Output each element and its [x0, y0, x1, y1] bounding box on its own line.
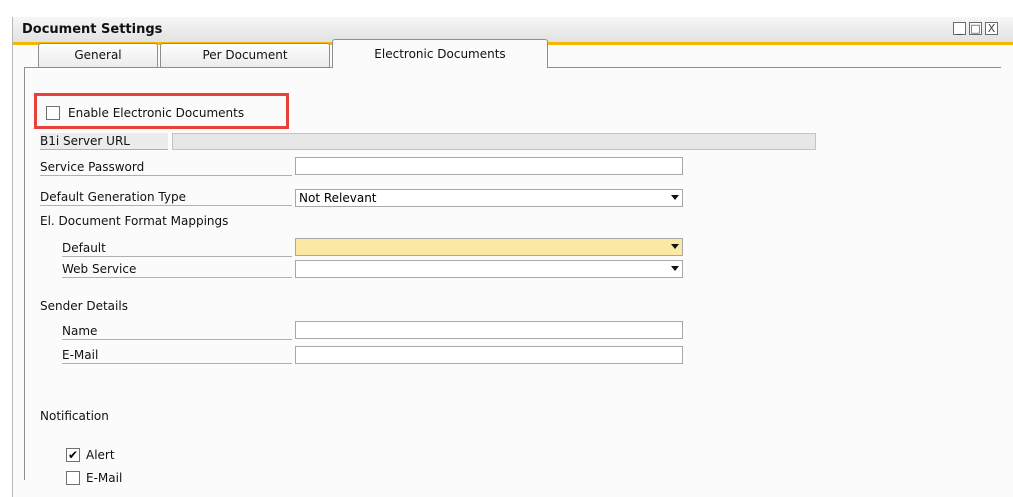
email-notification-label: E-Mail [86, 471, 123, 485]
restore-button[interactable]: □ [969, 22, 982, 35]
highlight-box [34, 93, 289, 129]
sender-email-field[interactable] [295, 346, 683, 364]
service-password-field[interactable] [295, 157, 683, 175]
tab-electronic-documents[interactable]: Electronic Documents [332, 39, 548, 68]
alert-label: Alert [86, 448, 115, 462]
minimize-button[interactable]: _ [953, 22, 966, 35]
window-title: Document Settings [22, 22, 163, 37]
format-mapping-web-service-dropdown[interactable] [295, 260, 683, 278]
notification-label: Notification [40, 409, 109, 423]
format-mapping-default-label: Default [62, 240, 292, 257]
dropdown-arrow-icon [671, 266, 679, 271]
b1i-server-url-field [172, 133, 816, 150]
format-mappings-label: El. Document Format Mappings [40, 214, 229, 228]
default-generation-type-label: Default Generation Type [40, 189, 292, 206]
b1i-server-url-label: B1i Server URL [40, 133, 168, 150]
sender-email-label: E-Mail [62, 347, 292, 364]
email-notification-checkbox[interactable] [66, 471, 80, 485]
default-generation-type-dropdown[interactable]: Not Relevant [295, 189, 683, 207]
dropdown-arrow-icon [671, 195, 679, 200]
dropdown-arrow-icon [671, 244, 679, 249]
sender-name-label: Name [62, 323, 292, 340]
close-button[interactable]: X [985, 22, 998, 35]
default-generation-type-value: Not Relevant [299, 191, 377, 205]
format-mapping-default-dropdown[interactable] [295, 238, 683, 256]
sender-name-field[interactable] [295, 321, 683, 339]
tab-general[interactable]: General [38, 43, 158, 67]
sender-details-label: Sender Details [40, 299, 128, 313]
tab-per-document[interactable]: Per Document [160, 43, 330, 67]
service-password-label: Service Password [40, 159, 292, 176]
format-mapping-web-service-label: Web Service [62, 261, 292, 278]
alert-checkbox[interactable]: ✔ [66, 448, 80, 462]
